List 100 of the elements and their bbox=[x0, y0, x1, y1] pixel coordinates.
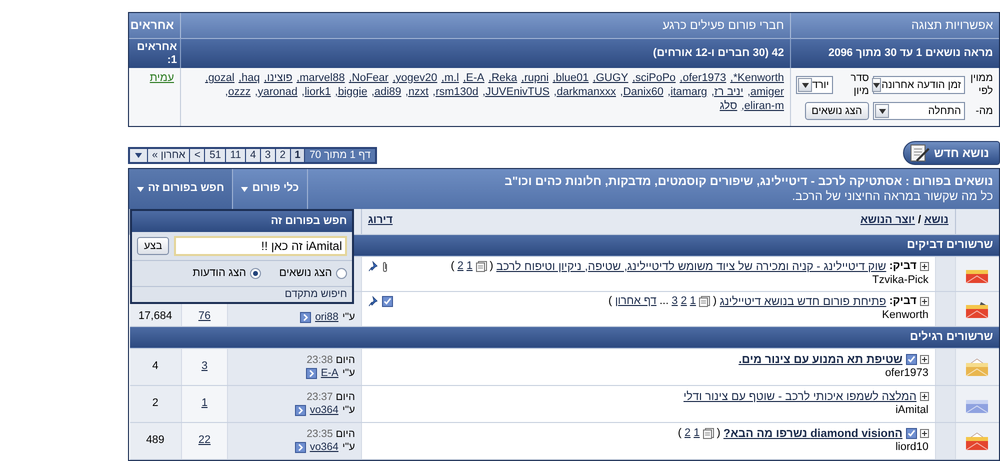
user-link[interactable]: Reka, bbox=[488, 72, 518, 86]
expand-icon[interactable] bbox=[920, 392, 928, 402]
user-link[interactable]: GUGY, bbox=[592, 72, 628, 86]
panel-subtitle: מראה נושאים 1 עד 30 מתוך 2096 bbox=[790, 38, 999, 68]
ellipsis-text: ... bbox=[659, 294, 669, 309]
thread-link[interactable]: שטיפת תא המנוע עם צינור מים. bbox=[738, 352, 902, 368]
panel-title: אפשרויות תצוגה bbox=[790, 13, 999, 38]
show-topics-button[interactable]: הצג נושאים bbox=[804, 102, 869, 120]
user-link[interactable]: amiger, bbox=[747, 86, 784, 100]
user-link[interactable]: rupni, bbox=[521, 72, 549, 86]
page-link[interactable]: 2 bbox=[684, 427, 691, 441]
user-link[interactable]: פוצינו, bbox=[264, 72, 293, 86]
user-link[interactable]: gozal, bbox=[205, 72, 234, 86]
replies-link[interactable]: 76 bbox=[198, 310, 211, 322]
page-link[interactable]: 1 bbox=[690, 294, 696, 309]
last-page-link[interactable]: אחרון » bbox=[148, 149, 190, 162]
user-link[interactable]: יניב רז, bbox=[711, 86, 744, 100]
from-select[interactable]: התחלה bbox=[873, 102, 965, 120]
bracket-text: ( bbox=[608, 294, 612, 309]
bracket-text: ) bbox=[716, 427, 720, 441]
page-link[interactable]: 1 bbox=[290, 149, 304, 162]
user-link[interactable]: vo364 bbox=[310, 440, 338, 454]
user-link[interactable]: ozzz, bbox=[225, 86, 251, 100]
sort-link[interactable]: יוצר הנושא bbox=[860, 214, 915, 228]
go-icon[interactable] bbox=[306, 368, 317, 379]
user-link[interactable]: marvel88, bbox=[296, 72, 345, 86]
expand-icon[interactable] bbox=[920, 429, 928, 438]
user-link[interactable]: biggie, bbox=[334, 86, 368, 100]
page-link[interactable]: 1 bbox=[694, 427, 700, 441]
views-count: 17,684 bbox=[138, 310, 172, 322]
page-link[interactable]: 2 bbox=[276, 149, 290, 162]
user-link[interactable]: nzxt, bbox=[405, 86, 429, 100]
forum-title: נושאים בפורום : אסתטיקה לרכב - דיטיילינג, שיפורים קוסמטים, מדבקות, חלונות כהים וכו"ב bbox=[504, 174, 993, 189]
bracket-text: ( bbox=[450, 260, 454, 274]
radio-button[interactable] bbox=[336, 268, 347, 279]
page-link[interactable]: 11 bbox=[226, 149, 246, 162]
new-topic-button[interactable]: נושא חדש bbox=[902, 141, 1000, 165]
pages-icon bbox=[476, 261, 487, 272]
page-link[interactable]: 3 bbox=[672, 294, 678, 309]
user-link[interactable]: sciPoPo, bbox=[632, 72, 676, 86]
panel-title: אחראים bbox=[129, 13, 180, 38]
user-link[interactable]: E-A bbox=[320, 366, 338, 380]
user-link[interactable]: ori88 bbox=[315, 310, 338, 324]
search-field[interactable]: iAmital זה כאן !! bbox=[174, 236, 347, 256]
order-select[interactable]: יורד bbox=[796, 76, 833, 94]
replies-link[interactable]: 22 bbox=[198, 434, 211, 446]
go-icon[interactable] bbox=[294, 404, 306, 416]
user-link[interactable]: סלג bbox=[720, 100, 738, 114]
go-button[interactable]: בצע bbox=[137, 237, 170, 255]
page-link[interactable]: 2 bbox=[680, 294, 687, 309]
go-icon[interactable] bbox=[294, 442, 306, 453]
thread-link[interactable]: המלצה לשמפו איכותי לרכב - שוטף עם צינור ודלי bbox=[684, 390, 916, 404]
user-link[interactable]: itamarg, bbox=[667, 86, 708, 100]
page-link[interactable]: 4 bbox=[246, 149, 260, 162]
go-icon[interactable] bbox=[300, 312, 312, 323]
user-link[interactable]: yogev20, bbox=[392, 72, 438, 86]
tools-menu[interactable]: חפש בפורום זה bbox=[129, 169, 234, 209]
user-link[interactable]: NoFear, bbox=[348, 72, 389, 86]
user-link[interactable]: blue01, bbox=[552, 72, 589, 86]
thread-link[interactable]: שוק דיטיילינג - קניה ומכירה של ציוד משומש לדיטיילינג, שטיפה, ניקיון וטיפוח לרכב bbox=[496, 260, 886, 274]
user-link[interactable]: JUVEnivTUS, bbox=[482, 86, 550, 100]
page-link[interactable]: דף אחרון bbox=[615, 294, 656, 309]
page-link[interactable]: 51 bbox=[205, 149, 226, 162]
moderator-link[interactable]: עמית bbox=[150, 72, 174, 84]
by-label: ע"י bbox=[342, 404, 355, 417]
views-count: 4 bbox=[152, 360, 158, 372]
user-link[interactable]: Danix60, bbox=[620, 86, 664, 100]
sort-link[interactable]: דירוג bbox=[368, 214, 393, 228]
caret-icon bbox=[878, 108, 886, 114]
expand-icon[interactable] bbox=[920, 355, 928, 364]
expand-icon[interactable] bbox=[920, 297, 928, 306]
next-page-link[interactable]: < bbox=[190, 149, 204, 162]
user-link[interactable]: eliran-m, bbox=[741, 100, 784, 114]
thread-link[interactable]: פתיחת פורום חדש בנושא דיטיילינג bbox=[720, 294, 886, 309]
user-link[interactable]: liork1, bbox=[302, 86, 331, 100]
user-link[interactable]: vo364 bbox=[310, 404, 338, 417]
replies-link[interactable]: 1 bbox=[201, 396, 208, 409]
bracket-text: ) bbox=[713, 294, 717, 309]
user-link[interactable]: haq, bbox=[238, 72, 260, 86]
paper-pen-icon bbox=[908, 143, 930, 163]
pages-icon bbox=[699, 296, 710, 308]
sort-link[interactable]: נושא bbox=[924, 214, 948, 228]
thread-link[interactable]: הdiamond vision נשרפו מה הבא? bbox=[723, 426, 902, 442]
page-link[interactable]: 3 bbox=[260, 149, 275, 162]
user-link[interactable]: rsm130d, bbox=[432, 86, 478, 100]
user-link[interactable]: E-A, bbox=[462, 72, 484, 86]
user-link[interactable]: adi89, bbox=[371, 86, 402, 100]
expand-icon[interactable] bbox=[920, 262, 928, 272]
sort-select[interactable]: זמן הודעה אחרונה bbox=[873, 76, 965, 94]
user-link[interactable]: m.l, bbox=[441, 72, 459, 86]
page-link[interactable]: 1 bbox=[466, 260, 473, 274]
advanced-search-link[interactable]: חיפוש מתקדם bbox=[284, 288, 347, 300]
replies-link[interactable]: 3 bbox=[201, 360, 208, 372]
user-link[interactable]: darkmanxxx, bbox=[554, 86, 616, 100]
page-link[interactable]: 2 bbox=[457, 260, 464, 274]
user-link[interactable]: ofer1973, bbox=[680, 72, 726, 86]
user-link[interactable]: Kenworth*, bbox=[730, 72, 784, 86]
radio-button[interactable] bbox=[250, 268, 262, 279]
page-menu-button[interactable] bbox=[130, 149, 147, 162]
user-link[interactable]: yaronad, bbox=[254, 86, 298, 100]
